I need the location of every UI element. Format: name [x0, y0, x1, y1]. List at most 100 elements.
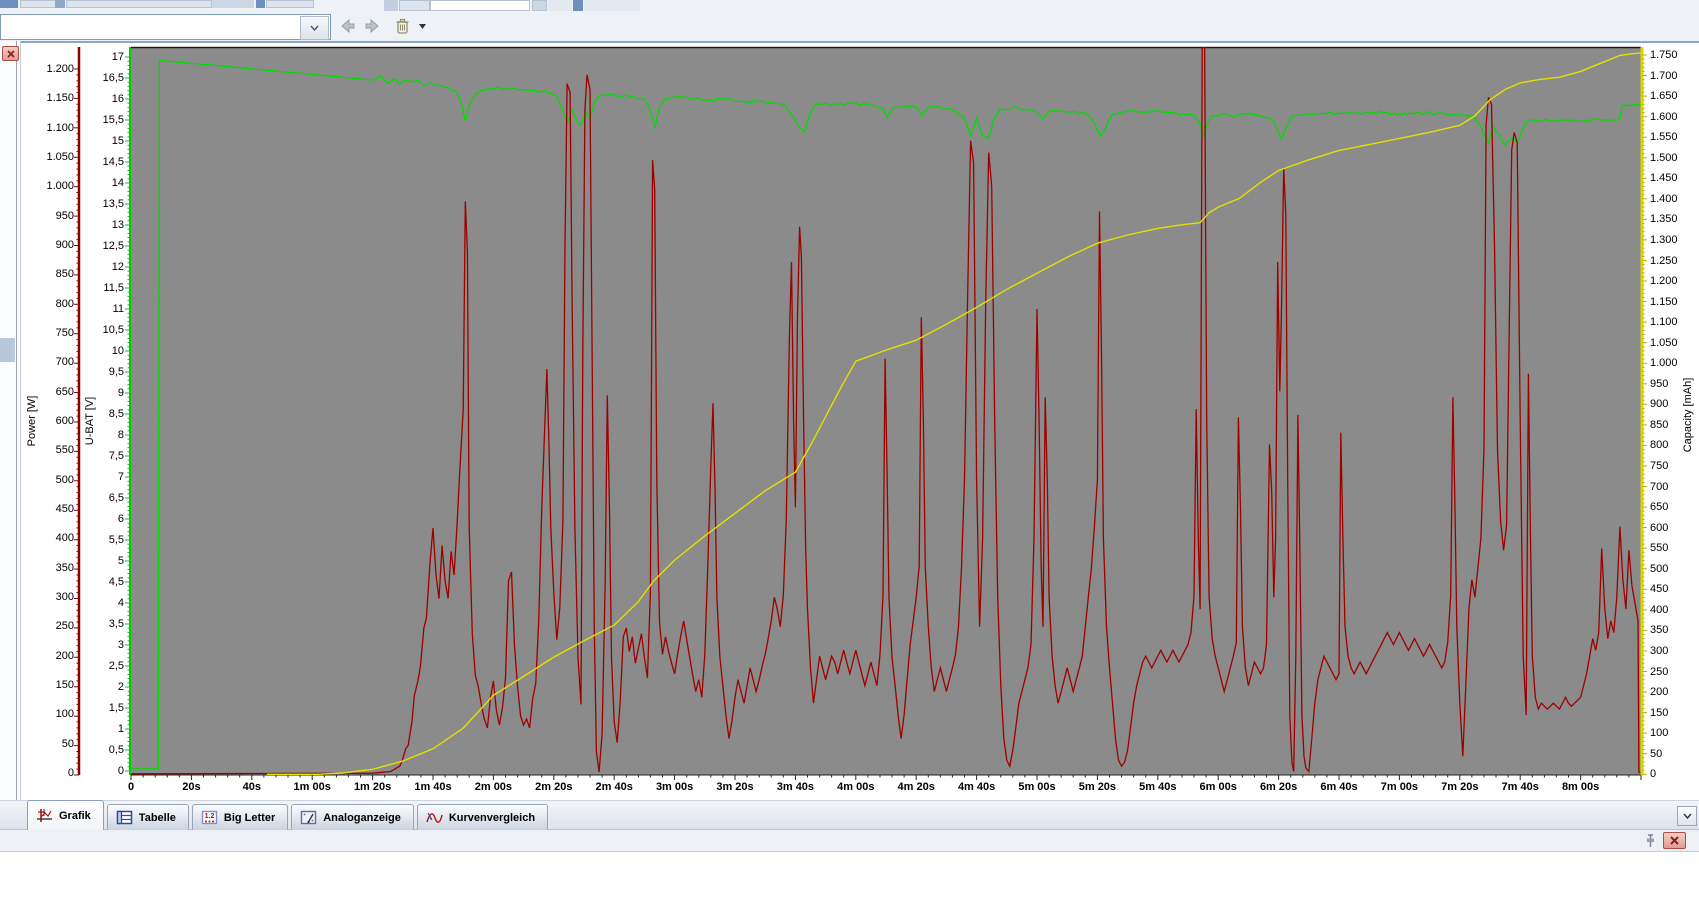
ubat-tick-label: 3,5: [80, 618, 124, 630]
time-tick-label: 5m 40s: [1126, 781, 1190, 793]
capacity-tick-label: 1.600: [1650, 111, 1696, 123]
time-tick-label: 2m 00s: [461, 781, 525, 793]
combobox-dropdown-button[interactable]: [300, 16, 329, 40]
time-tick-label: 3m 20s: [703, 781, 767, 793]
ubat-tick-label: 16: [80, 93, 124, 105]
ubat-tick-label: 15,5: [80, 114, 124, 126]
ubat-tick-label: 16,5: [80, 72, 124, 84]
power-tick-label: 100: [24, 708, 74, 720]
big-letter-icon: 1.2: [201, 810, 218, 825]
time-tick-label: 6m 00s: [1186, 781, 1250, 793]
delete-options-button[interactable]: [416, 14, 429, 38]
view-tabbar: Grafik Tabelle 1.2 Big Letter Analoganzeige K…: [0, 800, 1699, 830]
window-fragment: [573, 0, 583, 11]
time-tick-label: 3m 00s: [643, 781, 707, 793]
tab-overflow-button[interactable]: [1677, 806, 1697, 826]
window-fragment: [0, 0, 18, 8]
tab-analoganzeige[interactable]: Analoganzeige: [291, 804, 414, 830]
time-tick-label: 6m 20s: [1247, 781, 1311, 793]
delete-button[interactable]: [388, 14, 416, 38]
sidebar-close-button[interactable]: [2, 46, 19, 61]
time-tick-label: 7m 40s: [1488, 781, 1552, 793]
tab-big-letter[interactable]: 1.2 Big Letter: [192, 804, 288, 830]
capacity-tick-label: 750: [1650, 460, 1696, 472]
tab-kurvenvergleich[interactable]: Kurvenvergleich: [417, 804, 548, 830]
view-tabs-list: Grafik Tabelle 1.2 Big Letter Analoganzeige K…: [27, 801, 551, 830]
sidebar-collapsed-panel-button[interactable]: [0, 338, 15, 362]
time-tick-label: 3m 40s: [763, 781, 827, 793]
capacity-tick-label: 1.200: [1650, 275, 1696, 287]
ubat-tick-label: 6: [80, 513, 124, 525]
tab-label: Big Letter: [224, 812, 275, 824]
capacity-tick-label: 500: [1650, 563, 1696, 575]
capacity-tick-label: 350: [1650, 624, 1696, 636]
close-x-icon: [7, 50, 15, 58]
tab-tabelle[interactable]: Tabelle: [107, 804, 189, 830]
time-tick-label: 5m 00s: [1005, 781, 1069, 793]
ubat-tick-label: 1: [80, 723, 124, 735]
window-fragment: [548, 0, 572, 11]
capacity-tick-label: 1.300: [1650, 234, 1696, 246]
ubat-tick-label: 2: [80, 681, 124, 693]
time-tick-label: 1m 00s: [280, 781, 344, 793]
window-fragment: [584, 0, 640, 11]
chart-icon: [36, 808, 53, 823]
ubat-tick-label: 4: [80, 597, 124, 609]
capacity-tick-label: 1.550: [1650, 131, 1696, 143]
ubat-tick-label: 0,5: [80, 744, 124, 756]
window-fragment: [256, 0, 265, 8]
capacity-tick-label: 450: [1650, 583, 1696, 595]
window-fragment: [55, 0, 65, 8]
gauge-icon: [300, 810, 317, 825]
time-tick-label: 40s: [220, 781, 284, 793]
time-tick-label: 2m 40s: [582, 781, 646, 793]
power-tick-label: 800: [24, 298, 74, 310]
ubat-tick-label: 17: [80, 51, 124, 63]
ubat-tick-label: 3: [80, 639, 124, 651]
capacity-tick-label: 1.000: [1650, 357, 1696, 369]
arrow-right-icon: [364, 19, 380, 33]
window-fragment: [399, 0, 430, 11]
capacity-tick-label: 1.150: [1650, 296, 1696, 308]
ubat-tick-label: 10,5: [80, 324, 124, 336]
ubat-tick-label: 7: [80, 471, 124, 483]
time-tick-label: 6m 40s: [1307, 781, 1371, 793]
dataset-combobox[interactable]: [0, 14, 331, 40]
power-tick-label: 1.150: [24, 92, 74, 104]
power-tick-label: 700: [24, 356, 74, 368]
chart-canvas[interactable]: [0, 41, 1699, 800]
capacity-tick-label: 0: [1650, 768, 1696, 780]
log-panel-close-button[interactable]: [1663, 832, 1686, 849]
power-tick-label: 400: [24, 532, 74, 544]
forward-button[interactable]: [360, 14, 384, 38]
time-tick-label: 8m 00s: [1549, 781, 1613, 793]
ubat-tick-label: 13,5: [80, 198, 124, 210]
capacity-tick-label: 600: [1650, 522, 1696, 534]
left-sidebar: [0, 41, 21, 800]
tab-label: Kurvenvergleich: [449, 812, 535, 824]
sidebar-splitter[interactable]: [16, 41, 17, 800]
combobox-input[interactable]: [3, 17, 302, 39]
capacity-tick-label: 1.250: [1650, 255, 1696, 267]
power-tick-label: 50: [24, 738, 74, 750]
capacity-tick-label: 650: [1650, 501, 1696, 513]
tab-label: Analoganzeige: [323, 812, 401, 824]
capacity-tick-label: 300: [1650, 645, 1696, 657]
ubat-tick-label: 5: [80, 555, 124, 567]
back-button[interactable]: [336, 14, 360, 38]
tab-label: Tabelle: [139, 812, 176, 824]
time-tick-label: 0: [99, 781, 163, 793]
power-axis-title: Power [W]: [26, 396, 38, 447]
ubat-tick-label: 12,5: [80, 240, 124, 252]
window-fragment: [430, 0, 530, 11]
ubat-tick-label: 4,5: [80, 576, 124, 588]
tab-grafik[interactable]: Grafik: [27, 800, 104, 830]
power-tick-label: 0: [24, 767, 74, 779]
ubat-tick-label: 11,5: [80, 282, 124, 294]
pin-button[interactable]: [1642, 833, 1658, 849]
capacity-tick-label: 250: [1650, 666, 1696, 678]
pin-icon: [1642, 833, 1658, 849]
time-tick-label: 4m 20s: [884, 781, 948, 793]
time-tick-label: 7m 00s: [1367, 781, 1431, 793]
ubat-tick-label: 14,5: [80, 156, 124, 168]
